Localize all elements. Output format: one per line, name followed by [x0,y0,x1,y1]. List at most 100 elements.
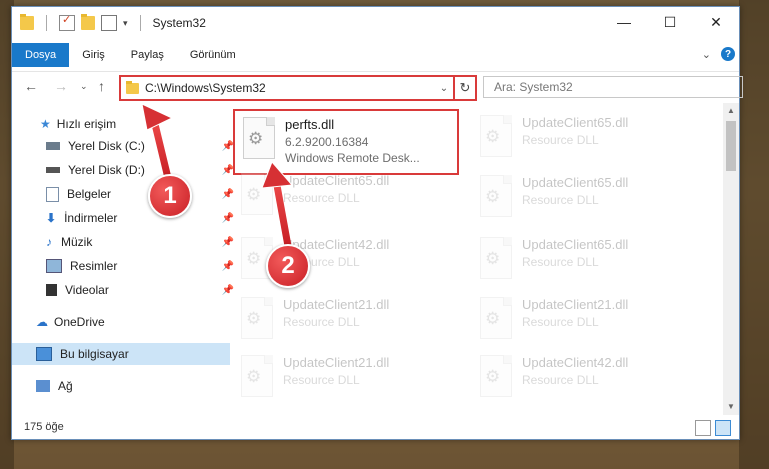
list-item[interactable]: UpdateClient65.dll Resource DLL [233,167,463,229]
file-name: perfts.dll [285,117,335,132]
sidebar-item-label: Ağ [58,379,73,393]
drive-icon [46,142,60,150]
toolbar-dropdown-icon[interactable]: ▾ [123,18,128,29]
tab-home[interactable]: Giriş [69,43,118,67]
dll-file-icon [243,117,275,159]
scroll-up-icon[interactable]: ▲ [723,103,739,119]
cloud-icon: ☁ [36,315,48,329]
computer-icon [36,347,52,361]
tab-view[interactable]: Görünüm [177,43,249,67]
maximize-button[interactable]: ☐ [647,7,693,37]
sidebar-item-documents[interactable]: Belgeler 📌 [12,183,240,205]
dll-file-icon [480,237,512,279]
sidebar-item-network[interactable]: Ağ [12,375,230,397]
sidebar-item-label: İndirmeler [64,211,118,225]
window-controls: — ☐ ✕ [601,7,739,37]
file-type: Resource DLL [522,373,599,387]
dll-file-icon [241,173,273,215]
sidebar-item-pictures[interactable]: Resimler 📌 [12,255,240,277]
network-icon [36,380,50,392]
dll-file-icon [480,297,512,339]
file-version: 6.2.9200.16384 [285,135,369,149]
view-switcher [695,420,731,436]
toolbar-divider [46,15,47,31]
sidebar-item-label: Yerel Disk (D:) [68,163,145,177]
new-folder-icon[interactable] [81,14,95,30]
file-name: UpdateClient65.dll [522,175,629,190]
address-path[interactable]: C:\Windows\System32 [145,81,435,95]
sidebar-item-this-pc[interactable]: Bu bilgisayar [12,343,230,365]
sidebar-item-downloads[interactable]: ⬇ İndirmeler 📌 [12,207,240,229]
file-type: Resource DLL [283,191,360,205]
forward-arrow-icon[interactable]: → [54,78,68,94]
up-arrow-icon[interactable]: ↑ [98,78,105,94]
title-bar: ▾ System32 — ☐ ✕ [12,7,739,39]
back-arrow-icon[interactable]: ← [24,78,38,94]
folder-icon [126,80,139,94]
sidebar-item-onedrive[interactable]: ☁ OneDrive [12,311,230,333]
list-item[interactable]: UpdateClient65.dll Resource DLL [472,231,702,293]
sidebar-item-music[interactable]: ♪ Müzik 📌 [12,231,240,253]
film-icon [46,284,57,296]
list-item[interactable]: UpdateClient42.dll Resource DLL [472,349,702,411]
sidebar-item-label: Bu bilgisayar [60,347,129,361]
address-bar[interactable]: C:\Windows\System32 ⌄ ↻ [119,75,477,101]
sidebar-item-label: Müzik [61,235,93,249]
file-name: UpdateClient21.dll [283,297,390,312]
music-note-icon: ♪ [46,235,52,249]
sidebar-item-videos[interactable]: Videolar 📌 [12,279,240,301]
customize-toolbar-icon[interactable] [101,15,117,31]
file-name: UpdateClient65.dll [522,115,629,130]
document-icon [46,186,59,202]
callout-badge-1: 1 [148,174,192,218]
list-item[interactable]: UpdateClient21.dll Resource DLL [472,291,702,353]
navigation-bar: ← → ⌄ ↑ C:\Windows\System32 ⌄ ↻ Ara: Sys… [12,71,743,102]
file-name: UpdateClient65.dll [522,237,629,252]
help-icon[interactable]: ? [721,47,735,61]
sidebar-item-label: OneDrive [54,315,105,329]
ribbon-tabs: Dosya Giriş Paylaş Görünüm ⌄ ? [12,43,739,67]
minimize-button[interactable]: — [601,7,647,37]
refresh-button[interactable]: ↻ [453,77,475,99]
drive-icon [46,167,60,173]
dll-file-icon [480,175,512,217]
file-type: Resource DLL [283,373,360,387]
list-item[interactable]: UpdateClient21.dll Resource DLL [233,291,463,353]
list-item[interactable]: UpdateClient65.dll Resource DLL [472,109,702,171]
file-name: UpdateClient65.dll [283,173,390,188]
list-item[interactable]: UpdateClient65.dll Resource DLL [472,169,702,231]
file-name: UpdateClient42.dll [522,355,629,370]
toolbar-divider [139,15,141,31]
close-button[interactable]: ✕ [693,7,739,37]
file-type: Resource DLL [522,133,599,147]
file-type: Resource DLL [522,315,599,329]
details-view-icon[interactable] [695,420,711,436]
properties-check-icon[interactable] [59,13,75,31]
vertical-scrollbar[interactable]: ▲ ▼ [723,103,739,415]
dll-file-icon [480,115,512,157]
star-icon: ★ [40,117,51,131]
scroll-down-icon[interactable]: ▼ [723,399,739,415]
expand-ribbon-icon[interactable]: ⌄ [702,48,711,61]
tab-file[interactable]: Dosya [12,43,70,67]
sidebar-item-disk-c[interactable]: Yerel Disk (C:) 📌 [12,135,240,157]
sidebar-item-disk-d[interactable]: Yerel Disk (D:) 📌 [12,159,240,181]
download-arrow-icon: ⬇ [46,211,57,225]
dll-file-icon [480,355,512,397]
tab-share[interactable]: Paylaş [118,43,177,67]
dll-file-icon [241,297,273,339]
search-input[interactable]: Ara: System32 [483,76,743,98]
file-description: Windows Remote Desk... [285,151,420,165]
recent-locations-chevron-icon[interactable]: ⌄ [80,81,88,92]
item-count: 175 öğe [24,421,64,433]
scrollbar-thumb[interactable] [726,121,736,171]
window-title: System32 [152,16,206,30]
list-item[interactable]: UpdateClient21.dll Resource DLL [233,349,463,411]
sidebar-item-label: Resimler [70,259,118,273]
chevron-down-icon[interactable]: ⌄ [435,83,453,94]
tiles-view-icon[interactable] [715,420,731,436]
navigation-pane: ★ Hızlı erişim Yerel Disk (C:) 📌 Yerel D… [12,107,234,415]
sidebar-item-quick-access[interactable]: ★ Hızlı erişim [12,113,234,135]
folder-icon [20,14,34,30]
file-item-perfts[interactable]: perfts.dll 6.2.9200.16384 Windows Remote… [233,109,459,175]
